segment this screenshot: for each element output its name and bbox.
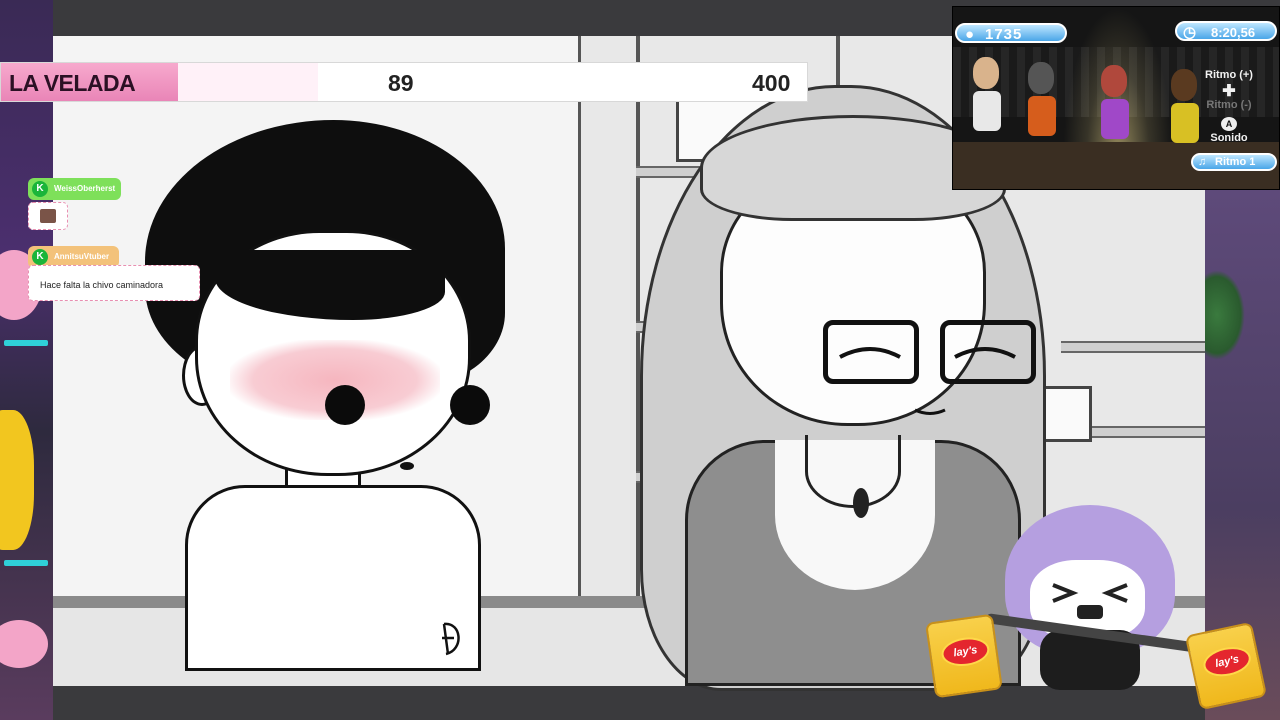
- footprint-icon: ●: [965, 26, 975, 43]
- girl-pendant: [853, 488, 869, 518]
- boy-shirt: [185, 485, 481, 671]
- kick-badge-icon: K: [32, 181, 48, 197]
- wii-timer: 8:20,56: [1211, 25, 1256, 40]
- chat-username: AnnitsuVtuber: [54, 252, 110, 261]
- kirby-figure-image: [0, 620, 48, 668]
- emote-icon: [40, 209, 56, 223]
- chat-message-bubble: Hace falta la chivo caminadora: [28, 265, 200, 301]
- mii-character: [1028, 62, 1056, 136]
- goal-label: LA VELADA: [9, 70, 136, 96]
- chat-message-bubble: [28, 202, 68, 230]
- ritmo-current-pill: ♫ Ritmo 1: [1191, 153, 1277, 171]
- chips-brand-logo: lay's: [939, 634, 992, 669]
- kick-badge-icon: K: [32, 249, 48, 265]
- ritmo-plus-label: Ritmo (+): [1205, 69, 1253, 81]
- ritmo-current-label: Ritmo 1: [1215, 156, 1256, 168]
- overlay-frame-bottom: [0, 686, 1280, 720]
- overlay-left-decoration: [0, 0, 53, 720]
- a-button-icon: A: [1221, 117, 1237, 131]
- goal-progress-fill: [178, 63, 318, 101]
- chat-username-badge: K WeissOberherst: [28, 178, 121, 200]
- wii-game-inset: ● 1735 ◷ 8:20,56 Ritmo (+) ✚ Ritmo (-) A…: [952, 6, 1280, 190]
- goal-target-value: 400: [752, 70, 791, 96]
- wii-score-pill: ● 1735: [955, 23, 1067, 43]
- music-note-icon: ♫: [1198, 156, 1207, 168]
- mii-character: [1101, 65, 1129, 139]
- boy-eye-right: [450, 385, 490, 425]
- sonido-label: Sonido: [1210, 132, 1248, 144]
- neon-shelf: [4, 560, 48, 566]
- chips-brand-logo: lay's: [1200, 642, 1254, 681]
- wii-score: 1735: [985, 26, 1023, 43]
- donation-goal-bar: LA VELADA 89 400: [0, 62, 808, 102]
- boy-eye-left: [325, 385, 365, 425]
- dpad-icon: ✚: [1222, 83, 1236, 100]
- clock-icon: ◷: [1183, 24, 1197, 41]
- mii-character: [973, 57, 1001, 131]
- plant-image: [1205, 270, 1245, 360]
- wii-timer-pill: ◷ 8:20,56: [1175, 21, 1277, 41]
- chips-bag-image: lay's: [925, 613, 1003, 699]
- chat-message-text: Hace falta la chivo caminadora: [40, 280, 164, 290]
- chat-username: WeissOberherst: [54, 184, 116, 193]
- girl-closed-eyes: [839, 347, 1016, 415]
- vtuber-expression: [1052, 583, 1128, 619]
- goal-current-value: 89: [388, 70, 414, 96]
- pacman-figure-image: [0, 410, 34, 550]
- neon-shelf: [4, 340, 48, 346]
- ritmo-minus-label: Ritmo (-): [1206, 99, 1252, 111]
- cabinet-shelf: [1061, 341, 1205, 353]
- boy-mouth: [400, 462, 414, 470]
- shirt-logo-icon: [442, 622, 460, 656]
